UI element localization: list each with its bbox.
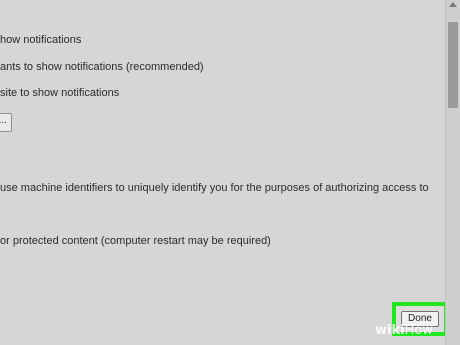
protected-content-restart-note: or protected content (computer restart m… <box>0 235 271 247</box>
vertical-scrollbar[interactable] <box>445 0 460 345</box>
notifications-option-allow[interactable]: site to show notifications <box>0 87 119 100</box>
scrollbar-thumb[interactable] <box>448 22 458 108</box>
notifications-option-ask[interactable]: ants to show notifications (recommended) <box>0 61 204 74</box>
notifications-option-block[interactable]: how notifications <box>0 34 81 47</box>
manage-exceptions-button[interactable]: ... <box>0 113 12 132</box>
protected-content-identifiers-option[interactable]: use machine identifiers to uniquely iden… <box>0 182 429 195</box>
watermark-wiki: wiki <box>375 323 405 338</box>
content-settings-panel: how notifications ants to show notificat… <box>0 0 448 345</box>
wikihow-watermark: wikiHow <box>375 323 433 338</box>
watermark-how: How <box>404 323 433 338</box>
scroll-up-arrow-icon[interactable] <box>449 2 457 7</box>
